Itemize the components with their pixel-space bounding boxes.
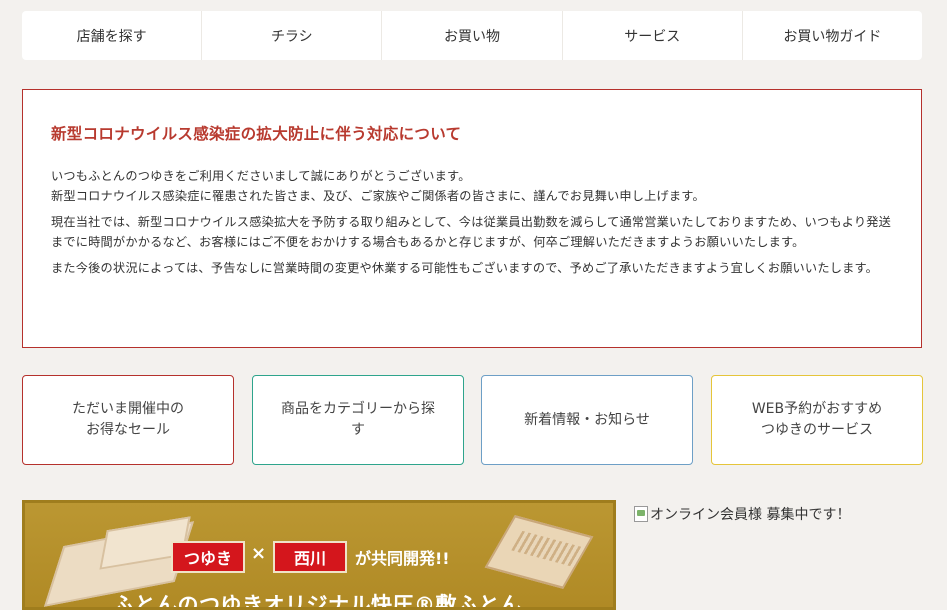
nav-item-label: チラシ xyxy=(270,28,313,45)
image-alt-text: オンライン会員様 募集中です！ xyxy=(650,507,851,523)
banner-title: ふとんのつゆきオリジナル快圧®敷ふとん xyxy=(113,593,522,610)
card-label: WEB予約がおすすめ つゆきのサービス xyxy=(752,399,882,441)
card-label: 新着情報・お知らせ xyxy=(524,411,650,428)
nav-item-service[interactable]: サービス xyxy=(561,11,742,60)
card-category[interactable]: 商品をカテゴリーから探す xyxy=(252,375,464,465)
global-nav: 店舗を探す チラシ お買い物 サービス お買い物ガイド xyxy=(22,11,922,60)
card-label-line1: ただいま開催中の xyxy=(72,401,184,417)
nav-item-label: お買い物 xyxy=(444,28,500,45)
notice-paragraph-3: また今後の状況によっては、予告なしに営業時間の変更や休業する可能性もございますの… xyxy=(51,261,879,275)
card-web-reservation[interactable]: WEB予約がおすすめ つゆきのサービス xyxy=(711,375,923,465)
quick-links: ただいま開催中の お得なセール 商品をカテゴリーから探す 新着情報・お知らせ WE… xyxy=(22,375,923,465)
nav-item-shopping[interactable]: お買い物 xyxy=(381,11,561,60)
promo-banner[interactable]: つゆき × 西川 が共同開発!! ふとんのつゆきオリジナル快圧®敷ふとん xyxy=(22,500,616,610)
nav-item-label: お買い物ガイド xyxy=(783,28,882,45)
card-label-line2: つゆきのサービス xyxy=(760,422,873,438)
times-sign: × xyxy=(251,543,267,564)
nav-item-shopping-guide[interactable]: お買い物ガイド xyxy=(741,11,922,60)
notice-paragraph-1b: 新型コロナウイルス感染症に罹患された皆さま、及び、ご家族やご関係者の皆さまに、謹… xyxy=(51,189,705,203)
nav-item-store-search[interactable]: 店舗を探す xyxy=(22,11,201,60)
nav-item-label: サービス xyxy=(624,28,681,45)
notice-paragraph-2: 現在当社では、新型コロナウイルス感染拡大を予防する取り組みとして、今は従業員出勤… xyxy=(51,215,892,249)
notice-title: 新型コロナウイルス感染症の拡大防止に伴う対応について xyxy=(51,125,462,143)
card-label: 商品をカテゴリーから探す xyxy=(281,399,435,441)
covid-notice: 新型コロナウイルス感染症の拡大防止に伴う対応について いつもふとんのつゆきをご利… xyxy=(22,89,922,348)
card-label-line2: す xyxy=(351,422,365,438)
card-sale[interactable]: ただいま開催中の お得なセール xyxy=(22,375,234,465)
nav-item-flyer[interactable]: チラシ xyxy=(201,11,381,60)
online-member-banner[interactable]: オンライン会員様 募集中です！ xyxy=(634,504,850,524)
card-label: ただいま開催中の お得なセール xyxy=(72,399,184,441)
broken-image-icon xyxy=(634,506,648,522)
brand-tag-nishikawa: 西川 xyxy=(273,541,347,573)
card-news[interactable]: 新着情報・お知らせ xyxy=(481,375,693,465)
card-label-line2: お得なセール xyxy=(86,422,170,438)
brand-tag-tsuyuki: つゆき xyxy=(171,541,245,573)
notice-paragraph-1a: いつもふとんのつゆきをご利用くださいまして誠にありがとうございます。 xyxy=(51,169,471,183)
joint-development-text: が共同開発!! xyxy=(355,549,450,568)
card-label-line1: WEB予約がおすすめ xyxy=(751,401,883,417)
nav-item-label: 店舗を探す xyxy=(76,28,147,45)
card-label-line1: 商品をカテゴリーから探 xyxy=(281,401,435,417)
